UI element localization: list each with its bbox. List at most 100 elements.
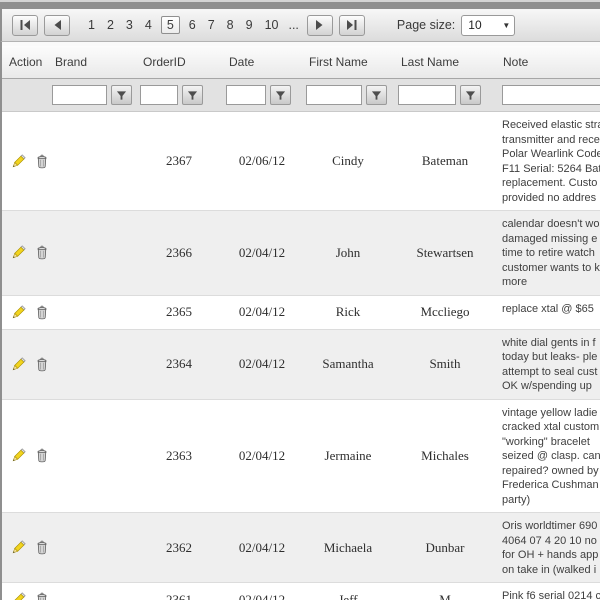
- filter-cell-note: [496, 85, 600, 105]
- page-number-4[interactable]: 4: [139, 18, 158, 32]
- edit-row-button[interactable]: [10, 447, 27, 464]
- date-cell: 02/04/12: [222, 330, 302, 399]
- brand-cell: [48, 400, 136, 513]
- page-number-9[interactable]: 9: [240, 18, 259, 32]
- last-page-icon: [346, 20, 357, 30]
- page-size-control: Page size: 10 ▼: [397, 15, 515, 36]
- note-cell: Pink f6 serial 0214 c: [496, 583, 600, 600]
- last-name-filter-button[interactable]: [460, 85, 481, 105]
- funnel-icon: [187, 90, 198, 101]
- page-number-5[interactable]: 5: [161, 16, 180, 34]
- orderid-cell: 2362: [136, 513, 222, 582]
- column-header-first-name[interactable]: First Name: [302, 55, 394, 69]
- column-header-brand[interactable]: Brand: [48, 55, 136, 69]
- brand-cell: [48, 583, 136, 600]
- column-header-action[interactable]: Action: [2, 55, 48, 69]
- first-name-filter-input[interactable]: [306, 85, 362, 105]
- last-name-cell: Dunbar: [394, 513, 496, 582]
- column-header-last-name[interactable]: Last Name: [394, 55, 496, 69]
- table-row: 2361 02/04/12 Jeff M Pink f6 serial 0214…: [2, 582, 600, 600]
- brand-cell: [48, 112, 136, 210]
- orderid-cell: 2365: [136, 296, 222, 329]
- page-number-1[interactable]: 1: [82, 18, 101, 32]
- page-number-3[interactable]: 3: [120, 18, 139, 32]
- table-row: 2367 02/06/12 Cindy Bateman Received ela…: [2, 112, 600, 210]
- page-number-2[interactable]: 2: [101, 18, 120, 32]
- action-cell: [2, 330, 48, 399]
- pencil-icon: [10, 361, 27, 376]
- page-size-value: 10: [462, 18, 498, 32]
- prev-page-icon: [53, 20, 62, 30]
- page-number-8[interactable]: 8: [221, 18, 240, 32]
- last-page-button[interactable]: [339, 15, 365, 36]
- grid-filter-row: [2, 79, 600, 112]
- pencil-icon: [10, 544, 27, 559]
- brand-filter-input[interactable]: [52, 85, 107, 105]
- edit-row-button[interactable]: [10, 153, 27, 170]
- page-ellipsis[interactable]: ...: [288, 18, 298, 32]
- edit-row-button[interactable]: [10, 591, 27, 600]
- column-header-date[interactable]: Date: [222, 55, 302, 69]
- orders-grid-app: 12345678910 ... Page size: 10 ▼ Action: [0, 0, 600, 600]
- note-cell: calendar doesn't wo damaged missing e ti…: [496, 211, 600, 295]
- pencil-icon: [10, 158, 27, 173]
- edit-row-button[interactable]: [10, 244, 27, 261]
- page-size-dropdown[interactable]: 10 ▼: [461, 15, 515, 36]
- first-page-button[interactable]: [12, 15, 38, 36]
- filter-cell-last-name: [394, 85, 496, 105]
- next-page-button[interactable]: [307, 15, 333, 36]
- table-row: 2365 02/04/12 Rick Mccliego replace xtal…: [2, 295, 600, 329]
- page-number-6[interactable]: 6: [183, 18, 202, 32]
- first-name-cell: Jermaine: [302, 400, 394, 513]
- brand-cell: [48, 296, 136, 329]
- last-name-cell: Stewartsen: [394, 211, 496, 295]
- first-page-icon: [20, 20, 31, 30]
- first-name-cell: Rick: [302, 296, 394, 329]
- date-filter-input[interactable]: [226, 85, 266, 105]
- column-header-orderid[interactable]: OrderID: [136, 55, 222, 69]
- date-filter-button[interactable]: [270, 85, 291, 105]
- action-cell: [2, 513, 48, 582]
- brand-cell: [48, 211, 136, 295]
- orderid-filter-input[interactable]: [140, 85, 178, 105]
- date-cell: 02/06/12: [222, 112, 302, 210]
- page-number-7[interactable]: 7: [202, 18, 221, 32]
- first-name-cell: Jeff: [302, 583, 394, 600]
- brand-filter-button[interactable]: [111, 85, 132, 105]
- orderid-filter-button[interactable]: [182, 85, 203, 105]
- chevron-down-icon: ▼: [498, 21, 514, 30]
- orderid-cell: 2363: [136, 400, 222, 513]
- date-cell: 02/04/12: [222, 400, 302, 513]
- funnel-icon: [465, 90, 476, 101]
- action-cell: [2, 296, 48, 329]
- filter-cell-first-name: [302, 85, 394, 105]
- top-divider-bar: [0, 0, 600, 9]
- note-cell: Oris worldtimer 690 4064 07 4 20 10 no s…: [496, 513, 600, 582]
- pencil-icon: [10, 596, 27, 600]
- last-name-filter-input[interactable]: [398, 85, 456, 105]
- column-header-note[interactable]: Note: [496, 55, 600, 69]
- date-cell: 02/04/12: [222, 296, 302, 329]
- date-cell: 02/04/12: [222, 583, 302, 600]
- table-row: 2363 02/04/12 Jermaine Michales vintage …: [2, 399, 600, 513]
- last-name-cell: Bateman: [394, 112, 496, 210]
- page-number-10[interactable]: 10: [259, 18, 285, 32]
- page-size-label: Page size:: [397, 18, 455, 32]
- orderid-cell: 2364: [136, 330, 222, 399]
- note-cell: replace xtal @ $65: [496, 296, 600, 329]
- funnel-icon: [371, 90, 382, 101]
- date-cell: 02/04/12: [222, 513, 302, 582]
- date-cell: 02/04/12: [222, 211, 302, 295]
- filter-cell-brand: [48, 85, 136, 105]
- action-cell: [2, 583, 48, 600]
- pencil-icon: [10, 249, 27, 264]
- note-filter-input[interactable]: [502, 85, 600, 105]
- prev-page-button[interactable]: [44, 15, 70, 36]
- first-name-filter-button[interactable]: [366, 85, 387, 105]
- edit-row-button[interactable]: [10, 539, 27, 556]
- funnel-icon: [275, 90, 286, 101]
- edit-row-button[interactable]: [10, 356, 27, 373]
- edit-row-button[interactable]: [10, 304, 27, 321]
- last-name-cell: Michales: [394, 400, 496, 513]
- note-cell: Received elastic stra transmitter and re…: [496, 112, 600, 210]
